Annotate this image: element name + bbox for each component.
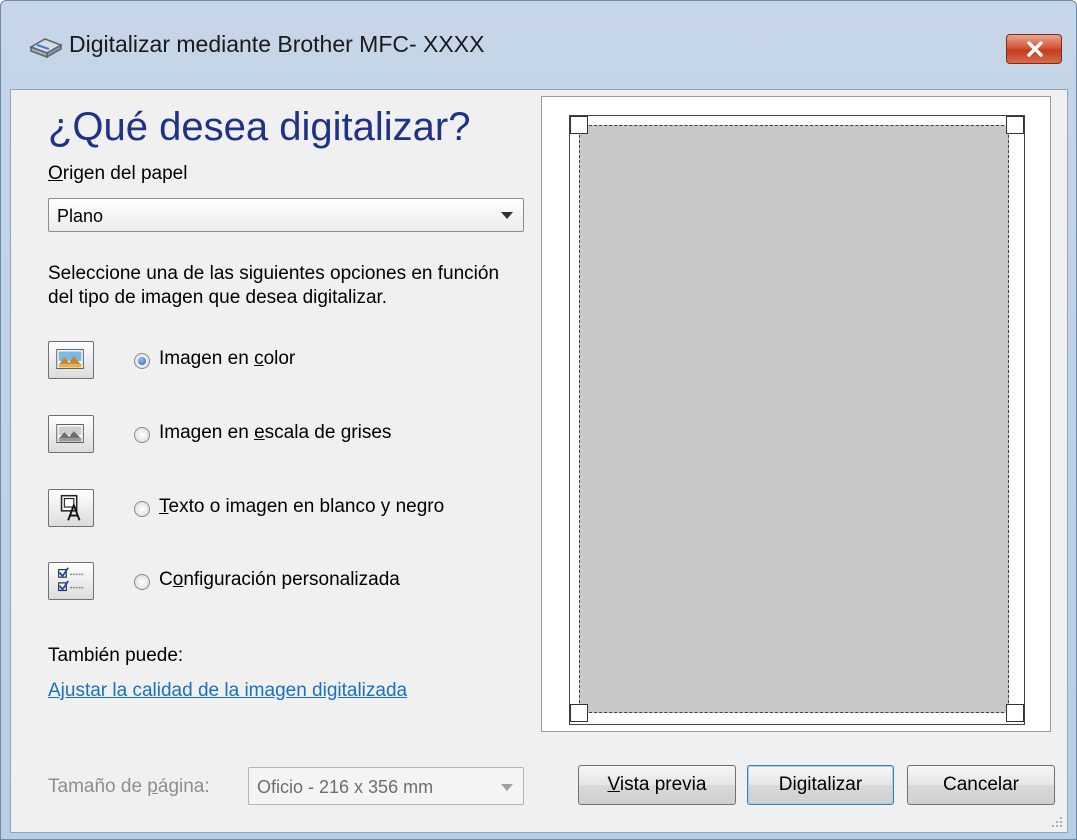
page-size-value: Oficio - 216 x 356 mm: [257, 777, 434, 797]
page-size-select[interactable]: Oficio - 216 x 356 mm: [248, 767, 524, 805]
chevron-down-icon: [501, 784, 513, 791]
custom-settings-icon[interactable]: [48, 562, 94, 600]
paper-source-value: Plano: [57, 206, 104, 226]
crop-handle-top-right[interactable]: [1006, 116, 1024, 134]
also-label: También puede:: [48, 645, 184, 666]
radio-grayscale-image[interactable]: [134, 427, 150, 443]
radio-black-white-text[interactable]: [134, 501, 150, 517]
crop-handle-bottom-left[interactable]: [570, 704, 588, 722]
chevron-down-icon: [501, 212, 513, 219]
window-title: Digitalizar mediante Brother MFC- XXXX: [69, 31, 485, 57]
scan-preview-area[interactable]: [541, 96, 1051, 732]
option-label-custom[interactable]: Configuración personalizada: [159, 569, 400, 591]
text-document-icon: [60, 494, 81, 521]
grayscale-image-icon[interactable]: [48, 415, 94, 453]
radio-custom-settings[interactable]: [134, 574, 150, 590]
resize-grip-icon[interactable]: [1051, 816, 1063, 828]
close-icon: [1027, 41, 1043, 57]
grayscale-photo-icon: [56, 424, 84, 443]
instruction-text: Seleccione una de las siguientes opcione…: [48, 263, 500, 308]
crop-handle-top-left[interactable]: [570, 116, 588, 134]
adjust-quality-link[interactable]: Ajustar la calidad de la imagen digitali…: [48, 680, 407, 702]
page-size-label: Tamaño de página:: [48, 776, 210, 797]
option-label-color[interactable]: Imagen en color: [159, 348, 295, 370]
close-button[interactable]: [1006, 34, 1062, 64]
color-image-icon[interactable]: [48, 341, 94, 379]
option-label-grayscale[interactable]: Imagen en escala de grises: [159, 422, 391, 444]
preview-button[interactable]: Vista previa: [578, 765, 736, 805]
option-label-text[interactable]: Texto o imagen en blanco y negro: [159, 496, 444, 518]
paper-source-label: Origen del papel: [48, 163, 188, 184]
radio-color-image[interactable]: [134, 353, 150, 369]
dialog-client-area: ¿Qué desea digitalizar? Origen del papel…: [10, 89, 1068, 833]
black-white-text-icon[interactable]: [48, 489, 94, 527]
crop-handle-bottom-right[interactable]: [1006, 704, 1024, 722]
title-bar[interactable]: Digitalizar mediante Brother MFC- XXXX: [1, 1, 1077, 89]
scanner-icon: [29, 38, 63, 59]
checklist-icon: [58, 567, 84, 592]
cancel-button[interactable]: Cancelar: [907, 765, 1055, 805]
scan-button[interactable]: Digitalizar: [747, 765, 894, 805]
color-photo-icon: [56, 349, 84, 369]
scan-dialog-window: Digitalizar mediante Brother MFC- XXXX ¿…: [0, 0, 1077, 840]
paper-source-select[interactable]: Plano: [48, 198, 524, 232]
dialog-heading: ¿Qué desea digitalizar?: [48, 105, 471, 149]
scan-region[interactable]: [579, 125, 1009, 713]
